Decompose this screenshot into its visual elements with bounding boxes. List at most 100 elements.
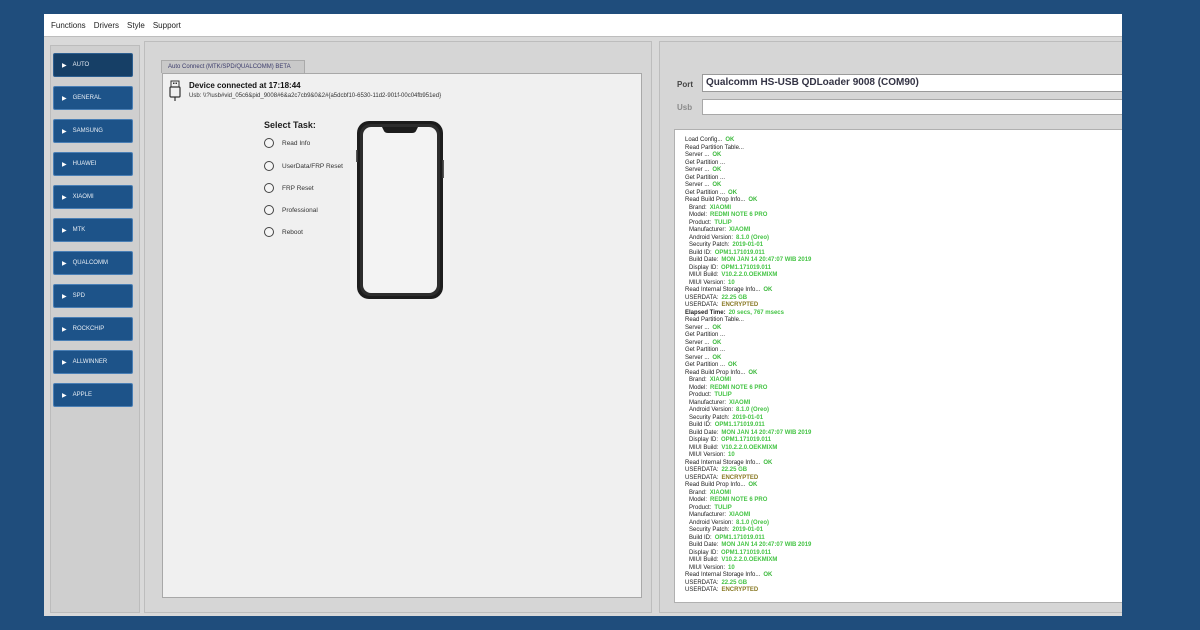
log-line-value: 8.1.0 (Oreo): [736, 234, 770, 241]
sidebar-item-huawei[interactable]: ▶ HUAWEI: [53, 152, 133, 176]
menu-drivers[interactable]: Drivers: [93, 19, 120, 32]
sidebar-item-label: QUALCOMM: [72, 260, 108, 266]
log-line-value: OK: [712, 167, 722, 173]
log-line-label: Elapsed Time:: [685, 309, 726, 316]
log-line: Get Partition ...: [675, 160, 1122, 168]
sidebar-item-qualcomm[interactable]: ▶ QUALCOMM: [53, 251, 133, 275]
log-line: Brand: XIAOMI: [675, 377, 1122, 385]
log-line-label: Security Patch:: [689, 414, 730, 421]
menu-support[interactable]: Support: [152, 19, 182, 32]
log-line-label: Server ...: [685, 339, 710, 346]
log-line-value: TULIP: [714, 392, 732, 398]
log-line: Read Internal Storage Info... OK: [675, 287, 1122, 295]
log-line: Build ID: OPM1.171019.011: [675, 422, 1122, 430]
task-option-read-info[interactable]: Read Info: [264, 136, 310, 150]
log-line: Read Partition Table...: [675, 145, 1122, 153]
log-line-label: Read Internal Storage Info...: [685, 459, 761, 466]
app-window: Functions Drivers Style Support ▶ AUTO ▶ G…: [44, 14, 1122, 616]
log-line: Product: TULIP: [675, 505, 1122, 513]
task-option-userdata-frp-reset[interactable]: UserData/FRP Reset: [264, 159, 343, 173]
log-line: Model: REDMI NOTE 6 PRO: [675, 212, 1122, 220]
log-line: Read Build Prop Info... OK: [675, 482, 1122, 490]
play-arrow-icon: ▶: [62, 194, 67, 201]
log-line-label: Brand:: [689, 377, 707, 383]
sidebar-item-rockchip[interactable]: ▶ ROCKCHIP: [53, 317, 133, 341]
log-line-label: Build Date:: [689, 257, 719, 263]
log-line: MIUI Version: 10: [675, 452, 1122, 460]
sidebar-item-xiaomi[interactable]: ▶ XIAOMI: [53, 185, 133, 209]
log-line: Server ... OK: [675, 152, 1122, 160]
log-line-value: OK: [763, 287, 773, 293]
device-info-panel: Port Qualcomm HS-USB QDLoader 9008 (COM9…: [659, 41, 1122, 613]
radio-button[interactable]: [264, 205, 274, 215]
log-line: Model: REDMI NOTE 6 PRO: [675, 385, 1122, 393]
log-line: Display ID: OPM1.171019.011: [675, 265, 1122, 273]
log-line-label: USERDATA:: [685, 474, 719, 481]
log-line: USERDATA: ENCRYPTED: [675, 302, 1122, 310]
menu-style[interactable]: Style: [126, 19, 146, 32]
log-line-value: 2019-01-01: [732, 414, 764, 421]
sidebar-item-apple[interactable]: ▶ APPLE: [53, 383, 133, 407]
log-line: Security Patch: 2019-01-01: [675, 415, 1122, 423]
sidebar-item-general[interactable]: ▶ GENERAL: [53, 86, 133, 110]
radio-button[interactable]: [264, 138, 274, 148]
log-line-value: TULIP: [714, 219, 732, 226]
log-line-label: MIUI Build:: [689, 557, 719, 563]
log-line-label: Model:: [689, 212, 708, 218]
log-line-label: Get Partition ...: [685, 347, 726, 353]
sidebar-item-allwinner[interactable]: ▶ ALLWINNER: [53, 350, 133, 374]
sidebar-item-label: MTK: [72, 227, 86, 233]
log-line-label: Model:: [689, 384, 708, 391]
log-line-value: OK: [712, 324, 722, 331]
log-line: Brand: XIAOMI: [675, 490, 1122, 498]
log-line: Android Version: 8.1.0 (Oreo): [675, 520, 1122, 528]
sidebar-item-auto[interactable]: ▶ AUTO: [53, 53, 133, 77]
task-option-frp-reset[interactable]: FRP Reset: [264, 181, 314, 195]
log-line-value: 8.1.0 (Oreo): [736, 519, 770, 526]
log-line-label: Display ID:: [689, 437, 719, 443]
select-task-title: Select Task:: [264, 120, 316, 130]
log-line-label: Product:: [689, 392, 712, 398]
log-line-label: USERDATA:: [685, 467, 719, 473]
log-line: Build Date: MON JAN 14 20:47:07 WIB 2019: [675, 542, 1122, 550]
usb-select[interactable]: [702, 99, 1122, 115]
task-option-professional[interactable]: Professional: [264, 203, 318, 217]
radio-button[interactable]: [264, 227, 274, 237]
log-line-value: ENCRYPTED: [721, 474, 759, 481]
log-line: Load Config... OK: [675, 137, 1122, 145]
log-line: Security Patch: 2019-01-01: [675, 527, 1122, 535]
log-line: Elapsed Time: 20 secs, 767 msecs: [675, 310, 1122, 318]
log-line: USERDATA: 22.25 GB: [675, 295, 1122, 303]
log-line-value: 2019-01-01: [732, 527, 764, 533]
log-line-value: OK: [748, 369, 758, 376]
log-line-value: 22.25 GB: [721, 579, 748, 586]
log-line: Brand: XIAOMI: [675, 205, 1122, 213]
tab-auto-connect[interactable]: Auto Connect (MTK/SPD/QUALCOMM) BETA: [161, 60, 305, 73]
port-label: Port: [677, 80, 693, 89]
log-line-label: Read Internal Storage Info...: [685, 287, 761, 293]
log-output[interactable]: Load Config... OK Read Partition Table... S…: [674, 129, 1122, 603]
radio-button[interactable]: [264, 183, 274, 193]
log-line: Display ID: OPM1.171019.011: [675, 437, 1122, 445]
play-arrow-icon: ▶: [62, 227, 67, 234]
log-line: Read Build Prop Info... OK: [675, 197, 1122, 205]
tab-content: Device connected at 17:18:44 Usb: \\?\us…: [162, 73, 642, 598]
log-line-label: Build Date:: [689, 542, 719, 548]
task-label: Read Info: [282, 139, 311, 147]
sidebar-item-spd[interactable]: ▶ SPD: [53, 284, 133, 308]
log-line-value: OK: [763, 572, 773, 578]
sidebar-item-samsung[interactable]: ▶ SAMSUNG: [53, 119, 133, 143]
port-select[interactable]: Qualcomm HS-USB QDLoader 9008 (COM90): [702, 74, 1122, 92]
log-line: USERDATA: ENCRYPTED: [675, 475, 1122, 483]
menu-functions[interactable]: Functions: [50, 19, 87, 32]
task-option-reboot[interactable]: Reboot: [264, 225, 303, 239]
phone-illustration: [356, 121, 444, 299]
log-line: Read Build Prop Info... OK: [675, 370, 1122, 378]
log-line-value: OK: [712, 152, 722, 158]
log-line-label: Server ...: [685, 152, 710, 158]
log-line-label: Model:: [689, 497, 708, 503]
sidebar-item-label: GENERAL: [72, 95, 102, 101]
sidebar-item-label: ALLWINNER: [72, 359, 108, 365]
sidebar-item-mtk[interactable]: ▶ MTK: [53, 218, 133, 242]
radio-button[interactable]: [264, 161, 274, 171]
